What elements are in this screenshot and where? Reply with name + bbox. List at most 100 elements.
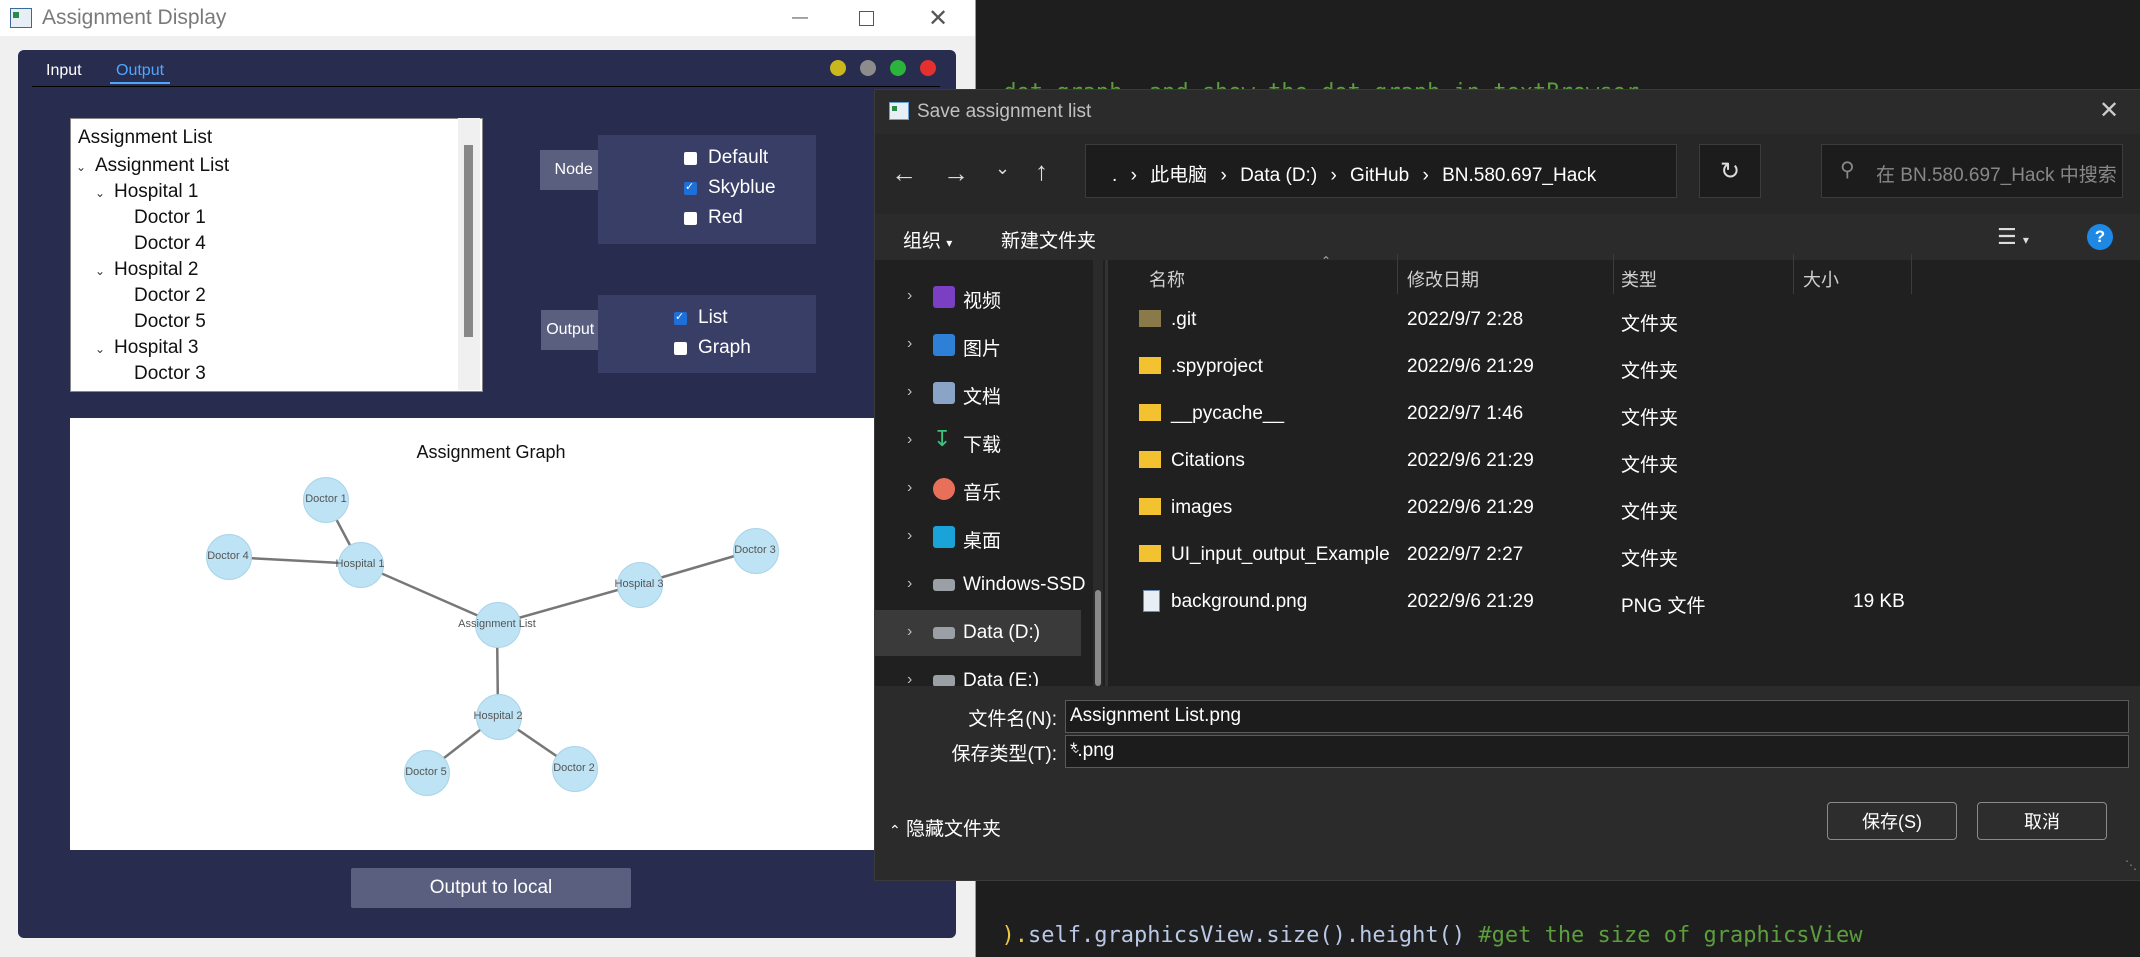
file-type: 文件夹 [1621, 549, 1679, 570]
maximize-button[interactable] [836, 0, 896, 36]
nav-item-music[interactable]: › 音乐 [875, 466, 1081, 512]
filetype-select[interactable]: *.png ⌄ [1065, 735, 2129, 768]
breadcrumb-item[interactable]: BN.580.697_Hack [1442, 165, 1596, 186]
tree-scrollbar-thumb[interactable] [464, 145, 473, 337]
breadcrumb: . › 此电脑 › Data (D:) › GitHub › BN.580.69… [1112, 160, 1596, 187]
status-dot-red[interactable] [920, 60, 936, 76]
file-name: background.png [1171, 591, 1308, 612]
nav-item-documents[interactable]: › 文档 [875, 370, 1081, 416]
checkbox-default[interactable] [684, 152, 697, 165]
column-header-date[interactable]: 修改日期 [1407, 266, 1479, 292]
tree-item-hospital-2[interactable]: Hospital 2 [114, 259, 199, 281]
address-bar[interactable]: . › 此电脑 › Data (D:) › GitHub › BN.580.69… [1085, 144, 1731, 198]
nav-item-videos[interactable]: › 视频 [875, 274, 1081, 320]
chevron-down-icon[interactable]: ⌄ [1070, 740, 2120, 757]
output-to-local-button[interactable]: Output to local [351, 868, 631, 908]
tab-divider [32, 86, 940, 87]
editor-line-2: ).self.graphicsView.size().height() #get… [975, 898, 1863, 948]
drive-icon [933, 579, 955, 591]
nav-scrollbar-thumb[interactable] [1095, 590, 1101, 686]
file-row[interactable]: UI_input_output_Example 2022/9/7 2:27 文件夹 [1111, 532, 2101, 579]
breadcrumb-item[interactable]: 此电脑 [1150, 165, 1207, 186]
minimize-button[interactable]: — [770, 0, 830, 36]
file-row[interactable]: __pycache__ 2022/9/7 1:46 文件夹 [1111, 391, 2101, 438]
nav-item-windows-ssd[interactable]: › Windows-SSD [875, 562, 1085, 608]
assignment-graph-view[interactable]: Assignment Graph Doctor 1 Doctor 4 Hospi… [70, 418, 878, 850]
chevron-right-icon: › [907, 431, 913, 448]
back-button[interactable]: ← [891, 158, 917, 189]
assignment-tree[interactable]: Assignment List ⌄ Assignment List ⌄ Hosp… [70, 118, 483, 392]
editor-comment: #get the size of graphicsView [1478, 923, 1863, 948]
column-separator[interactable] [1397, 254, 1398, 294]
status-dot-green[interactable] [890, 60, 906, 76]
tree-item-doctor-5[interactable]: Doctor 5 [134, 311, 206, 333]
view-options-button[interactable]: ☰ ▾ [1997, 224, 2029, 250]
tree-item-hospital-1[interactable]: Hospital 1 [114, 181, 199, 203]
status-dot-yellow[interactable] [830, 60, 846, 76]
tab-output[interactable]: Output [110, 62, 171, 84]
save-button[interactable]: 保存(S) [1827, 802, 1957, 840]
filename-input[interactable]: Assignment List.png ⌄ [1065, 700, 2129, 733]
cancel-button[interactable]: 取消 [1977, 802, 2107, 840]
tab-input[interactable]: Input [46, 62, 82, 80]
column-separator[interactable] [1911, 254, 1912, 294]
breadcrumb-item[interactable]: . [1112, 165, 1117, 186]
file-row[interactable]: .spyproject 2022/9/6 21:29 文件夹 [1111, 344, 2101, 391]
checkbox-graph[interactable] [674, 342, 687, 355]
folder-icon [1139, 545, 1161, 562]
hide-folders-button[interactable]: ⌃ 隐藏文件夹 [889, 814, 1001, 841]
chevron-down-icon[interactable]: ⌄ [95, 186, 105, 200]
chevron-right-icon: › [907, 287, 913, 304]
breadcrumb-item[interactable]: GitHub [1350, 165, 1409, 186]
tree-item-hospital-3[interactable]: Hospital 3 [114, 337, 199, 359]
nav-label: 文档 [963, 387, 1002, 408]
close-icon: ✕ [927, 4, 949, 32]
status-dot-gray[interactable] [860, 60, 876, 76]
tree-item-doctor-4[interactable]: Doctor 4 [134, 233, 206, 255]
file-row[interactable]: background.png 2022/9/6 21:29 PNG 文件 19 KB [1111, 579, 2101, 626]
forward-button[interactable]: → [943, 158, 969, 189]
nav-item-desktop[interactable]: › 桌面 [875, 514, 1081, 560]
folder-icon [1139, 498, 1161, 515]
organize-button[interactable]: 组织 ▾ [903, 226, 952, 253]
dialog-title: Save assignment list [917, 101, 1092, 122]
nav-item-data-d[interactable]: › Data (D:) [875, 610, 1081, 656]
refresh-button[interactable]: ↻ [1699, 144, 1761, 198]
file-row[interactable]: .git 2022/9/7 2:28 文件夹 [1111, 297, 2101, 344]
recent-locations-button[interactable]: ⌄ [995, 158, 1010, 179]
checkbox-red[interactable] [684, 212, 697, 225]
file-date: 2022/9/7 2:27 [1407, 544, 1524, 565]
pane-divider[interactable] [1105, 260, 1108, 686]
column-header-size[interactable]: 大小 [1803, 266, 1839, 292]
file-row[interactable]: Citations 2022/9/6 21:29 文件夹 [1111, 438, 2101, 485]
dialog-close-button[interactable]: ✕ [2099, 96, 2119, 125]
new-folder-button[interactable]: 新建文件夹 [1001, 226, 1096, 253]
tree-item-doctor-2[interactable]: Doctor 2 [134, 285, 206, 307]
chevron-down-icon[interactable]: ⌄ [95, 342, 105, 356]
chevron-down-icon[interactable]: ⌄ [76, 160, 86, 174]
search-box[interactable]: ⚲ 在 BN.580.697_Hack 中搜索 [1821, 144, 2123, 198]
chevron-down-icon[interactable]: ⌄ [1070, 705, 2120, 722]
chevron-right-icon: › [907, 575, 913, 592]
tree-item-doctor-1[interactable]: Doctor 1 [134, 207, 206, 229]
graph-node-label: Assignment List [458, 618, 536, 630]
help-button[interactable]: ? [2087, 224, 2113, 250]
column-separator[interactable] [1793, 254, 1794, 294]
column-header-name[interactable]: 名称 [1149, 266, 1185, 292]
nav-item-pictures[interactable]: › 图片 [875, 322, 1081, 368]
chevron-down-icon[interactable]: ⌄ [95, 264, 105, 278]
file-row[interactable]: images 2022/9/6 21:29 文件夹 [1111, 485, 2101, 532]
close-button[interactable]: ✕ [908, 0, 968, 36]
up-button[interactable]: ↑ [1035, 156, 1048, 187]
nav-item-downloads[interactable]: › ↧ 下载 [875, 418, 1081, 464]
checkbox-skyblue[interactable] [684, 180, 697, 195]
checkbox-list[interactable] [674, 310, 687, 325]
breadcrumb-item[interactable]: Data (D:) [1240, 165, 1317, 186]
column-header-type[interactable]: 类型 [1621, 266, 1657, 292]
column-separator[interactable] [1613, 254, 1614, 294]
tree-item-doctor-3[interactable]: Doctor 3 [134, 363, 206, 385]
help-icon: ? [2094, 227, 2106, 246]
chevron-up-icon: ⌃ [889, 822, 901, 838]
tree-item-assignment-list[interactable]: Assignment List [95, 155, 229, 177]
resize-grip-icon[interactable]: ⋱ [2125, 858, 2137, 872]
